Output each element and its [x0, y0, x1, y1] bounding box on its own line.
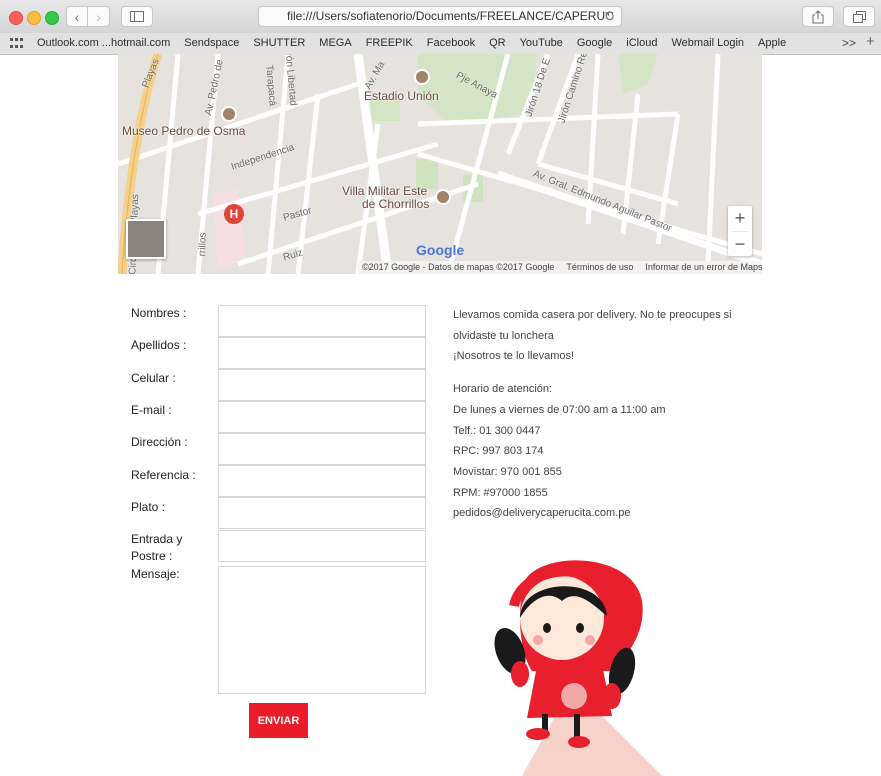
info-rpc: RPC: 997 803 174 [453, 445, 544, 457]
bookmark-facebook[interactable]: Facebook [427, 37, 475, 49]
stadium-pin-icon[interactable] [414, 69, 430, 85]
bookmark-youtube[interactable]: YouTube [520, 37, 563, 49]
mensaje-textarea[interactable] [218, 566, 426, 694]
tab-overview-button[interactable] [843, 6, 875, 27]
info-intro-line2: olvidaste tu lonchera [453, 330, 554, 342]
hospital-icon[interactable]: H [224, 204, 244, 224]
chevron-left-icon: ‹ [74, 8, 80, 25]
bookmark-list: Outlook.com ...hotmail.com Sendspace SHU… [37, 37, 786, 49]
bookmarks-bar: Outlook.com ...hotmail.com Sendspace SHU… [0, 33, 881, 55]
email-input[interactable] [218, 401, 426, 433]
label-entrada-line2: Postre : [131, 549, 173, 563]
minimize-window-button[interactable] [27, 11, 41, 25]
museum-pin-icon[interactable] [221, 106, 237, 122]
browser-titlebar: ‹ › file:///Users/sofiatenorio/Documents… [0, 0, 881, 34]
plato-input[interactable] [218, 497, 426, 529]
bookmark-sendspace[interactable]: Sendspace [184, 37, 239, 49]
entrada-postre-input[interactable] [218, 530, 426, 562]
tabs-icon [852, 10, 866, 23]
google-map[interactable]: Museo Pedro de Osma Estadio Unión Villa … [118, 54, 762, 274]
street-rillos: rrillos [197, 232, 209, 257]
bookmark-google[interactable]: Google [577, 37, 612, 49]
apellidos-input[interactable] [218, 337, 426, 369]
info-email[interactable]: pedidos@deliverycaperucita.com.pe [453, 507, 630, 519]
label-apellidos: Apellidos : [131, 338, 187, 352]
label-mensaje: Mensaje: [131, 567, 180, 581]
label-entrada-line1: Entrada y [131, 532, 183, 546]
bookmark-icloud[interactable]: iCloud [626, 37, 657, 49]
map-place-villa-line2[interactable]: de Chorrillos [362, 197, 429, 211]
info-horario-title: Horario de atención: [453, 383, 553, 395]
bookmark-qr[interactable]: QR [489, 37, 506, 49]
map-terms-link[interactable]: Términos de uso [566, 261, 633, 274]
info-intro-line1: Llevamos comida casera por delivery. No … [453, 309, 732, 321]
map-place-museo[interactable]: Museo Pedro de Osma [122, 124, 245, 138]
more-bookmarks-chevron-icon[interactable]: >> [842, 36, 856, 50]
nombres-input[interactable] [218, 305, 426, 337]
referencia-input[interactable] [218, 465, 426, 497]
address-bar[interactable]: file:///Users/sofiatenorio/Documents/FRE… [258, 6, 622, 27]
sidebar-toggle-button[interactable] [121, 6, 153, 27]
info-rpm: RPM: #97000 1855 [453, 487, 548, 499]
fullscreen-window-button[interactable] [45, 11, 59, 25]
address-url: file:///Users/sofiatenorio/Documents/FRE… [287, 9, 614, 23]
label-email: E-mail : [131, 403, 172, 417]
caperucita-mascot-illustration [494, 560, 662, 776]
map-attribution: ©2017 Google - Datos de mapas ©2017 Goog… [358, 261, 762, 274]
chevron-right-icon: › [96, 8, 101, 25]
celular-input[interactable] [218, 369, 426, 401]
map-place-villa-line1[interactable]: Villa Militar Este [342, 184, 427, 198]
bookmark-apple[interactable]: Apple [758, 37, 786, 49]
bookmark-outlook[interactable]: Outlook.com ...hotmail.com [37, 37, 170, 49]
bookmark-webmail[interactable]: Webmail Login [671, 37, 744, 49]
label-direccion: Dirección : [131, 435, 188, 449]
map-zoom-control: + − [728, 206, 752, 256]
label-plato: Plato : [131, 500, 166, 514]
reload-icon[interactable]: ↻ [604, 7, 615, 26]
label-celular: Celular : [131, 371, 176, 385]
zoom-out-button[interactable]: − [728, 232, 752, 257]
new-tab-plus-icon[interactable]: + [866, 33, 875, 50]
map-report-link[interactable]: Informar de un error de Maps [645, 261, 762, 274]
villa-pin-icon[interactable] [435, 189, 451, 205]
share-button[interactable] [802, 6, 834, 27]
bookmark-mega[interactable]: MEGA [319, 37, 351, 49]
info-intro-line3: ¡Nosotros te lo llevamos! [453, 350, 575, 362]
enviar-button[interactable]: ENVIAR [249, 703, 308, 738]
direccion-input[interactable] [218, 433, 426, 465]
google-logo: Google [416, 242, 465, 258]
map-place-estadio[interactable]: Estadio Unión [364, 89, 439, 103]
share-icon [812, 9, 824, 23]
info-telefono: Telf.: 01 300 0447 [453, 425, 541, 437]
map-copyright: ©2017 Google - Datos de mapas ©2017 Goog… [362, 262, 555, 272]
forward-button[interactable]: › [88, 6, 110, 27]
sidebar-icon [130, 11, 144, 22]
back-button[interactable]: ‹ [66, 6, 88, 27]
label-nombres: Nombres : [131, 306, 187, 320]
info-horario: De lunes a viernes de 07:00 am a 11:00 a… [453, 404, 666, 416]
top-sites-grid-icon[interactable] [10, 38, 23, 49]
bookmark-freepik[interactable]: FREEPIK [366, 37, 413, 49]
bookmark-shutter[interactable]: SHUTTER [253, 37, 305, 49]
info-movistar: Movistar: 970 001 855 [453, 466, 562, 478]
zoom-in-button[interactable]: + [728, 206, 752, 231]
close-window-button[interactable] [9, 11, 23, 25]
satellite-toggle-thumbnail[interactable] [126, 219, 166, 259]
label-referencia: Referencia : [131, 468, 196, 482]
